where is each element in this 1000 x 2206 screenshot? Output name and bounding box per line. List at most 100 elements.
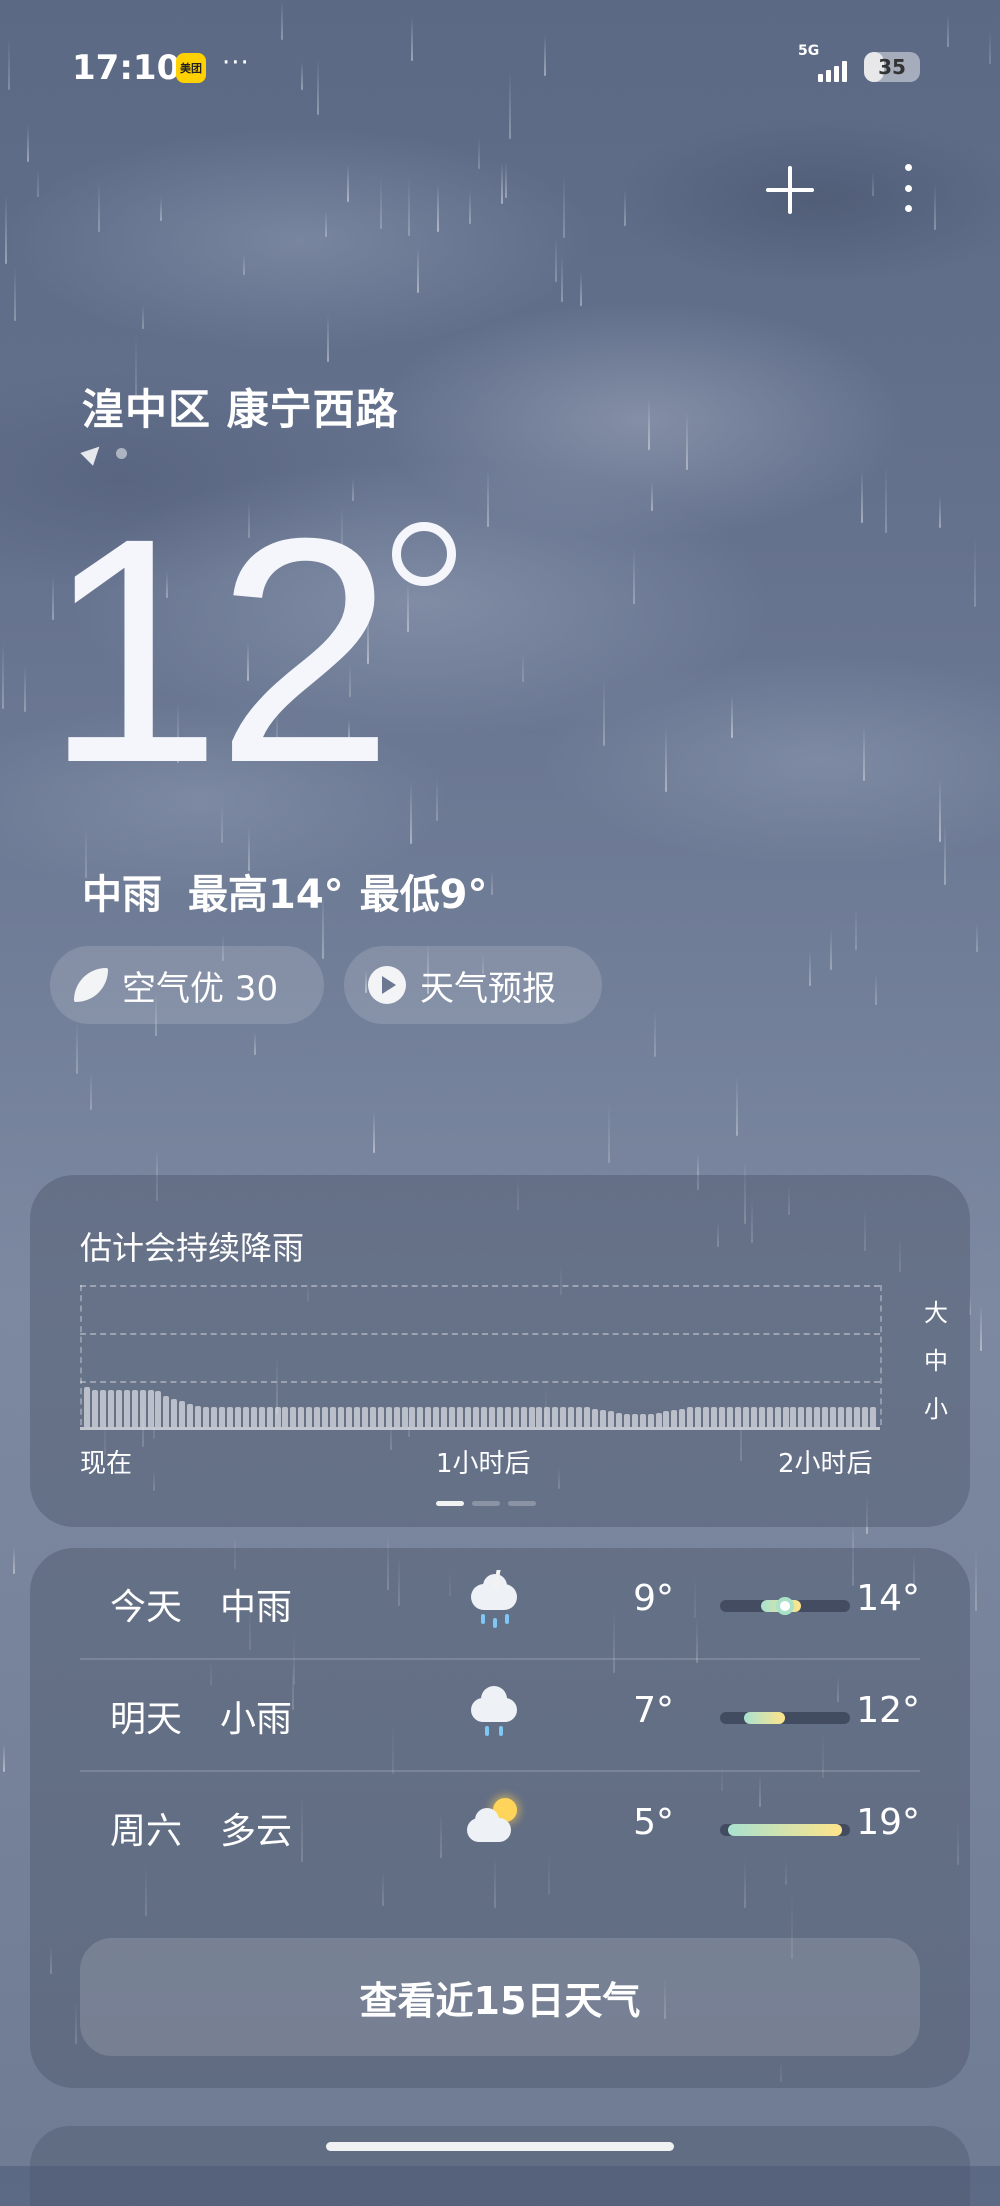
next-card-peek: [30, 2126, 970, 2206]
precipitation-bar: [218, 1407, 225, 1427]
raindrop: [325, 211, 327, 237]
precipitation-bar: [512, 1407, 519, 1427]
forecast-row-tomorrow[interactable]: 明天 小雨 7° 12°: [80, 1660, 920, 1772]
raindrop: [27, 125, 29, 162]
meituan-app-icon: 美团: [176, 53, 206, 83]
tick-now: 现在: [80, 1449, 133, 1479]
precipitation-bar: [544, 1407, 551, 1427]
raindrop: [603, 678, 605, 746]
precipitation-bar: [528, 1407, 535, 1427]
raindrop: [809, 950, 811, 986]
home-indicator[interactable]: [326, 2142, 674, 2151]
raindrop: [408, 176, 410, 236]
battery-level: 35: [878, 55, 906, 79]
raindrop: [487, 470, 489, 527]
precipitation-bar: [592, 1409, 598, 1427]
view-15-day-forecast-button[interactable]: 查看近15日天气: [80, 1938, 920, 2056]
precipitation-bar: [234, 1407, 241, 1427]
precipitation-bar: [687, 1407, 694, 1427]
raindrop: [491, 870, 493, 895]
raindrop: [974, 538, 976, 607]
precipitation-bar: [861, 1407, 868, 1427]
battery-icon: 35: [864, 52, 920, 82]
location-title[interactable]: 湟中区 康宁西路: [82, 376, 399, 437]
precipitation-bar: [711, 1407, 718, 1427]
precipitation-bar: [734, 1407, 741, 1427]
precipitation-bar: [250, 1407, 257, 1427]
raindrop: [654, 1008, 656, 1057]
precipitation-bar: [639, 1414, 646, 1427]
raindrop: [686, 411, 688, 470]
precipitation-bar: [846, 1407, 852, 1427]
precipitation-bar: [441, 1407, 448, 1427]
raindrop: [944, 823, 946, 885]
forecast-condition: 小雨: [220, 1699, 293, 1740]
raindrop: [555, 237, 557, 282]
raindrop: [243, 254, 245, 275]
precipitation-bar: [830, 1407, 837, 1427]
precipitation-bar: [361, 1407, 368, 1427]
precipitation-bar: [552, 1407, 559, 1427]
precipitation-bar: [195, 1406, 202, 1427]
forecast-condition: 多云: [220, 1811, 293, 1852]
card-page-indicator: [436, 1501, 536, 1506]
raindrop: [327, 315, 329, 362]
raindrop: [24, 664, 26, 712]
cloud-rain-lightning-icon: [465, 1570, 525, 1630]
precipitation-bar: [322, 1407, 329, 1427]
weather-forecast-label: 天气预报: [420, 968, 556, 1009]
precipitation-bar: [782, 1407, 789, 1427]
precipitation-bar: [226, 1407, 233, 1427]
leaf-icon: [74, 968, 108, 1002]
precipitation-bar: [623, 1414, 630, 1427]
precipitation-bar: [290, 1407, 297, 1427]
guide-left: [80, 1285, 82, 1425]
location-arrow-icon: [80, 440, 106, 466]
raindrop: [380, 178, 382, 229]
status-time: 17:10: [72, 48, 181, 88]
level-moderate: 中: [924, 1347, 948, 1375]
precipitation-bar: [425, 1407, 432, 1427]
precipitation-bar: [274, 1407, 281, 1427]
raindrop: [939, 778, 941, 842]
temperature-range-bar: [720, 1824, 850, 1836]
low-temperature: 最低9°: [359, 872, 488, 918]
precipitation-bar: [449, 1407, 456, 1427]
raindrop: [90, 1071, 92, 1110]
raindrop: [410, 781, 412, 844]
precipitation-bar: [726, 1407, 733, 1427]
raindrop: [947, 14, 949, 47]
raindrop: [934, 184, 936, 230]
precipitation-bar: [330, 1407, 337, 1427]
precipitation-bar: [457, 1407, 464, 1427]
precipitation-bar: [822, 1407, 829, 1427]
current-condition: 中雨: [82, 872, 162, 918]
precipitation-bar: [472, 1407, 479, 1427]
add-city-button[interactable]: [760, 160, 820, 220]
more-menu-button[interactable]: [890, 160, 926, 216]
precipitation-bar: [798, 1407, 805, 1427]
precipitation-bar: [703, 1407, 710, 1427]
raindrop: [561, 254, 563, 302]
forecast-high: 19°: [856, 1802, 920, 1843]
precipitation-bar: [496, 1407, 503, 1427]
raindrop: [505, 162, 507, 198]
precipitation-bar: [671, 1410, 678, 1427]
precipitation-bar: [584, 1407, 591, 1427]
raindrop: [501, 162, 503, 204]
forecast-row-saturday[interactable]: 周六 多云 5° 19°: [80, 1772, 920, 1882]
precipitation-bar: [345, 1407, 352, 1427]
page-dot-1: [436, 1501, 464, 1506]
weather-forecast-video-chip[interactable]: 天气预报: [344, 946, 602, 1024]
chart-baseline: [80, 1427, 880, 1430]
precipitation-bar: [298, 1407, 305, 1427]
precipitation-bar: [385, 1407, 392, 1427]
precipitation-card[interactable]: 估计会持续降雨 大 中 小 现在 1小时后 2小时后: [30, 1175, 970, 1527]
raindrop: [939, 496, 941, 528]
precipitation-bar: [631, 1414, 638, 1427]
forecast-row-today[interactable]: 今天 中雨 9° 14°: [80, 1548, 920, 1660]
air-quality-chip[interactable]: 空气优 30: [50, 946, 324, 1024]
raindrop: [975, 1550, 977, 1611]
precipitation-bar: [806, 1407, 813, 1427]
precipitation-bar: [163, 1396, 170, 1427]
